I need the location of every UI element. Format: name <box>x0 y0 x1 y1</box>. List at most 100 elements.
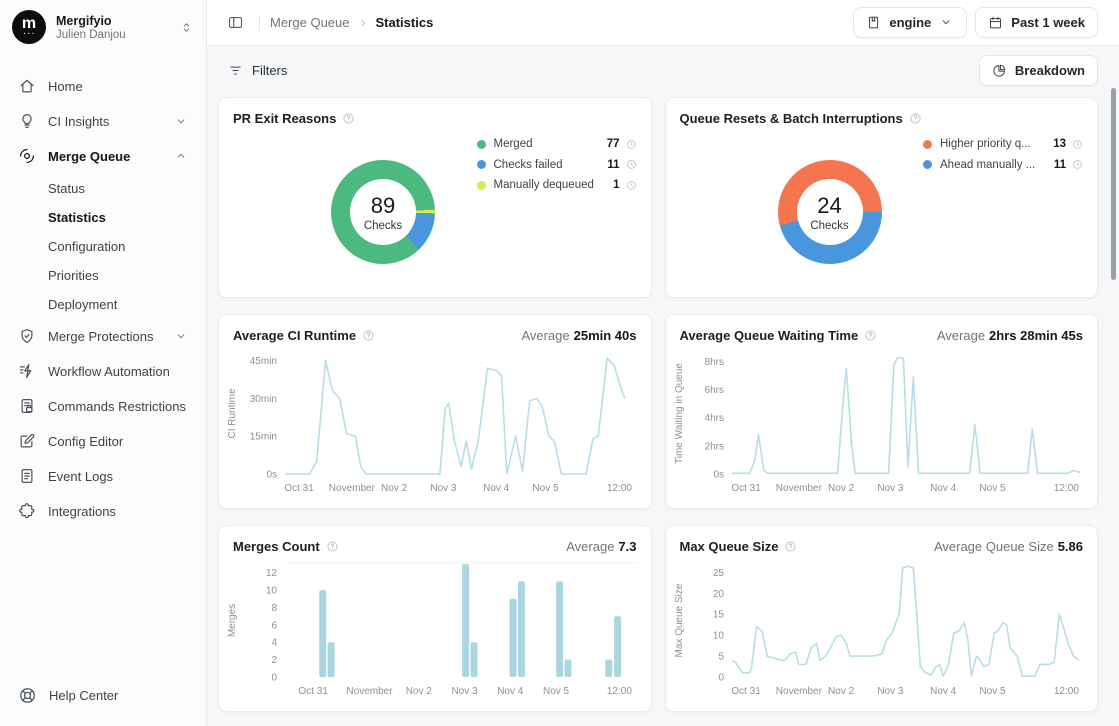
svg-text:Oct 31: Oct 31 <box>298 686 328 697</box>
legend-label: Ahead manually ... <box>940 159 1035 171</box>
sidebar-subitem-statistics[interactable]: Statistics <box>10 204 196 231</box>
workspace-switcher[interactable]: m Mergifyio Julien Danjou <box>0 0 206 52</box>
date-range-button[interactable]: Past 1 week <box>975 7 1098 38</box>
date-range-label: Past 1 week <box>1011 15 1085 30</box>
chevron-up-icon <box>174 149 188 163</box>
svg-text:Nov 4: Nov 4 <box>930 686 957 697</box>
sidebar-item-config-editor[interactable]: Config Editor <box>10 425 196 457</box>
sidebar-subitem-configuration[interactable]: Configuration <box>10 233 196 260</box>
sidebar-item-commands-restrictions[interactable]: Commands Restrictions <box>10 390 196 422</box>
card-title: Queue Resets & Batch Interruptions <box>680 111 903 126</box>
svg-text:Oct 31: Oct 31 <box>731 686 761 697</box>
legend-row-merged: Merged77 <box>477 134 637 155</box>
svg-text:8hrs: 8hrs <box>704 357 723 368</box>
workflow-zap-icon <box>18 362 36 380</box>
logo-dots <box>24 32 35 38</box>
svg-text:Nov 5: Nov 5 <box>979 483 1006 494</box>
svg-text:0: 0 <box>271 673 277 684</box>
svg-text:0s: 0s <box>266 470 277 481</box>
help-icon[interactable] <box>909 112 922 125</box>
chart-line-average-ci-runtime: 0s15min30min45minOct 31NovemberNov 2Nov … <box>223 341 649 504</box>
card-average-ci-runtime: Average CI RuntimeAverage25min 40s0s15mi… <box>218 314 652 509</box>
clock-icon[interactable] <box>626 139 637 150</box>
svg-text:12:00: 12:00 <box>607 483 632 494</box>
svg-text:CI Runtime: CI Runtime <box>227 388 238 438</box>
breakdown-label: Breakdown <box>1015 63 1085 78</box>
clock-icon[interactable] <box>626 180 637 191</box>
filters-button[interactable]: Filters <box>220 57 295 84</box>
sidebar: m Mergifyio Julien Danjou Home CI Insight… <box>0 0 207 726</box>
pie-icon <box>992 63 1007 78</box>
home-icon <box>18 77 36 95</box>
donut-center-label: Checks <box>810 220 848 232</box>
help-icon[interactable] <box>342 112 355 125</box>
svg-text:2: 2 <box>271 655 277 666</box>
legend-label: Higher priority q... <box>940 138 1031 150</box>
svg-text:Merges: Merges <box>227 604 238 637</box>
breadcrumb-section[interactable]: Merge Queue <box>270 15 350 30</box>
card-header: PR Exit Reasons <box>219 98 651 126</box>
clock-icon[interactable] <box>1072 159 1083 170</box>
scrollbar-thumb[interactable] <box>1111 88 1116 280</box>
svg-text:Nov 3: Nov 3 <box>877 483 904 494</box>
svg-text:Time Waiting in Queue: Time Waiting in Queue <box>674 363 685 464</box>
sidebar-item-ci-insights[interactable]: CI Insights <box>10 105 196 137</box>
svg-text:Nov 2: Nov 2 <box>828 686 855 697</box>
sidebar-subitem-deployment[interactable]: Deployment <box>10 291 196 318</box>
legend-value: 11 <box>1054 159 1066 171</box>
legend-row-ahead-manually: Ahead manually ... 11 <box>923 155 1083 176</box>
workspace-org: Mergifyio <box>56 14 126 28</box>
legend-value: 11 <box>607 159 619 171</box>
sidebar-item-home[interactable]: Home <box>10 70 196 102</box>
help-center-button[interactable]: Help Center <box>10 679 126 712</box>
legend-dot <box>477 160 486 169</box>
legend-dot <box>477 140 486 149</box>
donut-center-label: Checks <box>364 220 402 232</box>
shield-check-icon <box>18 327 36 345</box>
svg-text:Nov 4: Nov 4 <box>930 483 957 494</box>
sidebar-item-merge-queue[interactable]: Merge Queue <box>10 140 196 172</box>
svg-text:10: 10 <box>712 631 724 642</box>
pencil-square-icon <box>18 432 36 450</box>
clock-icon[interactable] <box>626 159 637 170</box>
chart-bar-merges-count: 024681012Oct 31NovemberNov 2Nov 3Nov 4No… <box>223 552 649 707</box>
sidebar-item-label: Config Editor <box>48 434 123 449</box>
legend-dot <box>477 181 486 190</box>
legend-label: Merged <box>494 138 533 150</box>
legend-value: 1 <box>613 179 619 191</box>
chart-legend: Merged77Checks failed11Manually dequeued… <box>477 134 637 196</box>
toolbar: Filters Breakdown <box>207 46 1119 86</box>
sidebar-subitem-priorities[interactable]: Priorities <box>10 262 196 289</box>
sidebar-item-event-logs[interactable]: Event Logs <box>10 460 196 492</box>
panel-toggle-button[interactable] <box>221 9 249 37</box>
repository-selector[interactable]: engine <box>853 7 967 38</box>
sidebar-item-label: CI Insights <box>48 114 109 129</box>
sidebar-item-merge-protections[interactable]: Merge Protections <box>10 320 196 352</box>
sidebar-item-workflow-automation[interactable]: Workflow Automation <box>10 355 196 387</box>
breakdown-button[interactable]: Breakdown <box>979 55 1098 86</box>
svg-text:November: November <box>329 483 376 494</box>
clock-icon[interactable] <box>1072 139 1083 150</box>
document-lines-icon <box>18 467 36 485</box>
svg-text:Nov 2: Nov 2 <box>406 686 433 697</box>
svg-text:12:00: 12:00 <box>1053 686 1078 697</box>
merge-queue-icon <box>18 147 36 165</box>
svg-text:Nov 5: Nov 5 <box>543 686 570 697</box>
chart-line-average-queue-waiting-time: 0s2hrs4hrs6hrs8hrsOct 31NovemberNov 2Nov… <box>670 341 1096 504</box>
svg-text:4hrs: 4hrs <box>704 413 723 424</box>
svg-text:Nov 3: Nov 3 <box>877 686 904 697</box>
card-header: Max Queue SizeAverage Queue Size5.86 <box>666 526 1098 554</box>
lightbulb-icon <box>18 112 36 130</box>
svg-text:12: 12 <box>266 568 278 579</box>
sidebar-subitem-status[interactable]: Status <box>10 175 196 202</box>
repo-book-icon <box>866 15 881 30</box>
card-pr-exit-reasons: PR Exit Reasons89ChecksMerged77Checks fa… <box>218 97 652 298</box>
sidebar-item-integrations[interactable]: Integrations <box>10 495 196 527</box>
chevron-down-icon <box>174 114 188 128</box>
svg-text:0: 0 <box>718 673 724 684</box>
svg-text:4: 4 <box>271 638 277 649</box>
svg-text:15min: 15min <box>250 432 277 443</box>
svg-text:Nov 3: Nov 3 <box>451 686 478 697</box>
cards-grid: PR Exit Reasons89ChecksMerged77Checks fa… <box>207 86 1119 722</box>
legend-dot <box>923 160 932 169</box>
